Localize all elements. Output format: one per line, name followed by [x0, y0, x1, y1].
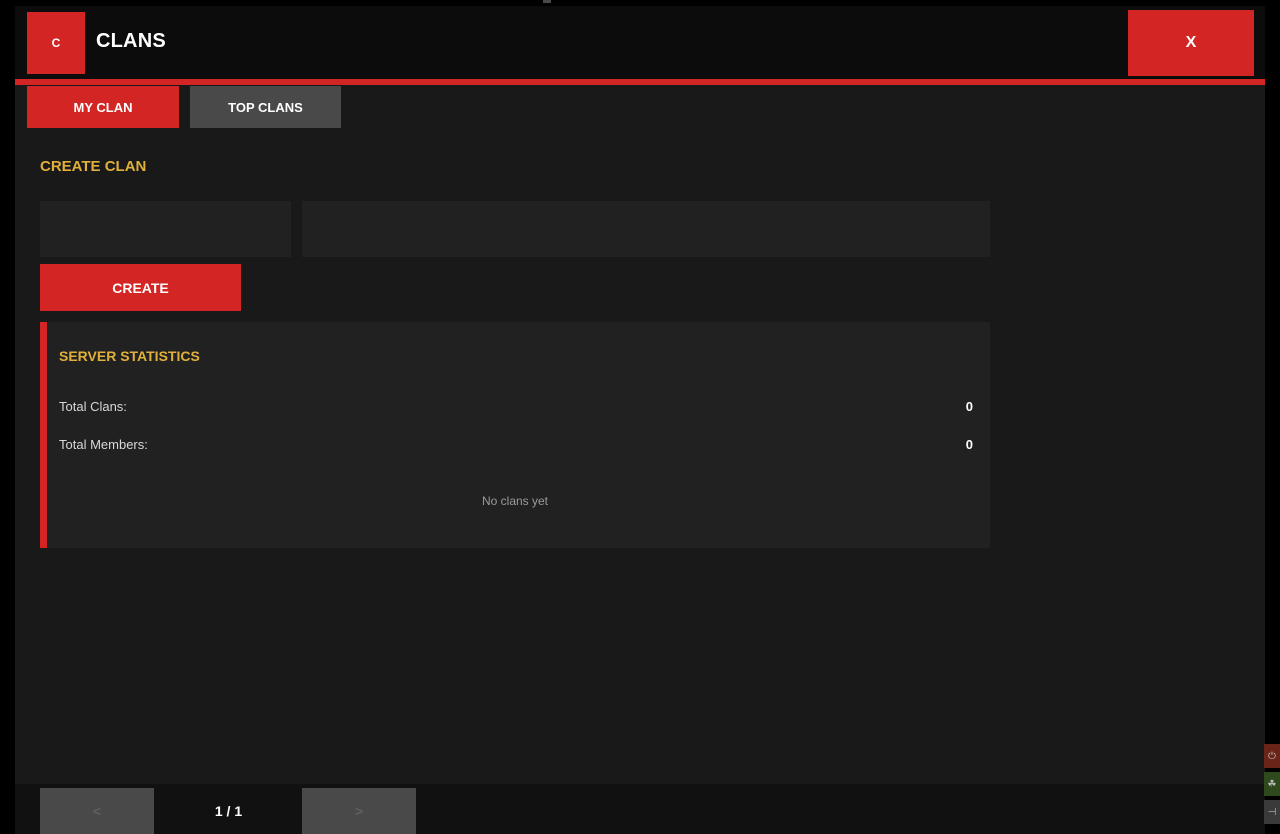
- empty-clans-message: No clans yet: [481, 494, 549, 508]
- chevron-left-icon: <: [92, 803, 102, 819]
- previous-page-button[interactable]: <: [40, 788, 154, 834]
- page-title: CLANS: [96, 30, 166, 52]
- leaf-icon[interactable]: ☘: [1264, 772, 1280, 796]
- power-icon[interactable]: ⏻: [1264, 744, 1280, 768]
- tab-top-clans-label: TOP CLANS: [228, 99, 303, 115]
- close-icon: X: [1185, 34, 1197, 51]
- total-clans-label: Total Clans:: [59, 399, 127, 414]
- tab-my-clan[interactable]: MY CLAN: [27, 86, 179, 128]
- logo-letter: C: [51, 36, 61, 50]
- server-statistics-card: SERVER STATISTICS Total Clans: 0 Total M…: [40, 322, 990, 548]
- create-button-label: CREATE: [112, 279, 169, 296]
- total-members-value: 0: [965, 437, 973, 452]
- pagination-bar: < 1 / 1 >: [15, 784, 1265, 834]
- header-bar: C CLANS X: [15, 6, 1265, 79]
- plug-icon[interactable]: ⊣: [1264, 800, 1280, 824]
- page-indicator: 1 / 1: [214, 803, 243, 819]
- create-clan-heading: CREATE CLAN: [40, 158, 147, 175]
- clan-tag-input[interactable]: [302, 201, 990, 257]
- tab-my-clan-label: MY CLAN: [73, 99, 133, 115]
- clan-name-input[interactable]: [40, 201, 291, 257]
- close-button[interactable]: X: [1128, 10, 1254, 76]
- server-statistics-heading: SERVER STATISTICS: [59, 348, 200, 364]
- chevron-right-icon: >: [354, 803, 364, 819]
- next-page-button[interactable]: >: [302, 788, 416, 834]
- clan-logo-icon: C: [27, 12, 85, 74]
- header-divider: [15, 79, 1265, 85]
- total-clans-value: 0: [965, 399, 973, 414]
- create-button[interactable]: CREATE: [40, 264, 241, 311]
- tab-top-clans[interactable]: TOP CLANS: [190, 86, 341, 128]
- window-grab-handle[interactable]: [543, 0, 551, 3]
- total-members-label: Total Members:: [59, 437, 148, 452]
- clans-panel: C CLANS X MY CLAN TOP CLANS CREATE CLAN …: [15, 6, 1265, 834]
- card-accent-bar: [40, 322, 47, 548]
